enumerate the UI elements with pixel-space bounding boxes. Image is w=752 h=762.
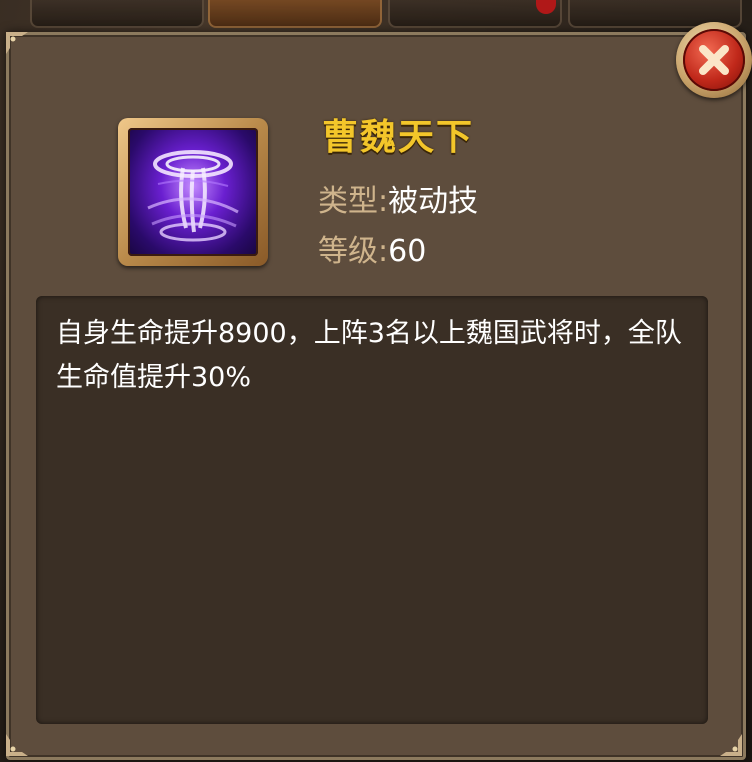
skill-type-label: 类型: bbox=[318, 184, 389, 219]
corner-ornament bbox=[718, 732, 744, 758]
background-tab bbox=[30, 0, 204, 28]
skill-description: 自身生命提升8900，上阵3名以上魏国武将时，全队生命值提升30% bbox=[56, 318, 682, 393]
purple-tornado-skill-icon bbox=[128, 128, 258, 256]
skill-type-value: 被动技 bbox=[388, 184, 479, 219]
close-x-icon bbox=[683, 29, 745, 91]
skill-level-value: 60 bbox=[388, 234, 427, 269]
close-button[interactable] bbox=[676, 22, 752, 98]
skill-type-row: 类型:被动技 bbox=[318, 176, 478, 220]
skill-level-row: 等级:60 bbox=[318, 226, 426, 270]
skill-name: 曹魏天下 bbox=[322, 117, 475, 158]
background-tab-active bbox=[208, 0, 382, 28]
skill-icon-frame bbox=[118, 118, 268, 266]
skill-description-box: 自身生命提升8900，上阵3名以上魏国武将时，全队生命值提升30% bbox=[36, 296, 708, 724]
corner-ornament bbox=[4, 732, 30, 758]
corner-ornament bbox=[4, 30, 30, 56]
skill-level-label: 等级: bbox=[318, 234, 389, 269]
